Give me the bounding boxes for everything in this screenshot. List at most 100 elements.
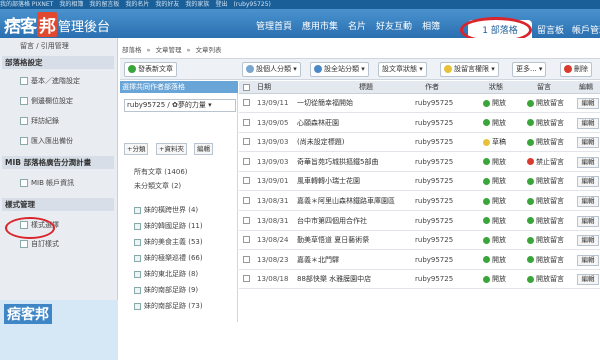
category-icon bbox=[134, 302, 141, 310]
top-link[interactable]: 我的相簿 bbox=[59, 1, 83, 8]
breadcrumb-item[interactable]: 部落格 bbox=[122, 46, 142, 54]
sidebar-item-import-export[interactable]: 匯入匯出備份 bbox=[20, 136, 73, 146]
post-title[interactable]: 風車轉轉小瑞士花園 bbox=[297, 172, 405, 190]
category-item[interactable]: 妹的東北足跡 (8) bbox=[134, 269, 198, 279]
row-checkbox[interactable] bbox=[243, 118, 250, 126]
edit-button[interactable]: 編輯 bbox=[577, 117, 599, 129]
post-title[interactable]: 嘉義＊北門驛 bbox=[297, 251, 405, 269]
nav-item[interactable]: 好友互動 bbox=[376, 19, 412, 32]
category-item[interactable]: 妹的極樂巡禮 (66) bbox=[134, 253, 203, 263]
edit-button[interactable]: 編輯 bbox=[577, 215, 599, 227]
category-item[interactable]: 妹的南部足跡 (9) bbox=[134, 285, 198, 295]
post-title[interactable]: 一切從簡幸福開始 bbox=[297, 94, 405, 112]
nav-item[interactable]: 管理首頁 bbox=[256, 19, 292, 32]
category-item[interactable]: 妹的南部足跡 (73) bbox=[134, 301, 203, 311]
add-folder-button[interactable]: +資料夾 bbox=[156, 143, 187, 155]
edit-button[interactable]: 編輯 bbox=[577, 196, 599, 207]
category-item[interactable]: 所有文章 (1406) bbox=[134, 167, 188, 177]
status-icon bbox=[483, 217, 490, 225]
top-link[interactable]: 我的家族 bbox=[185, 1, 209, 8]
post-title[interactable]: 心願森林莊園 bbox=[297, 114, 405, 132]
breadcrumb-item: » bbox=[186, 46, 191, 54]
comment-status-icon bbox=[527, 177, 534, 185]
site-category-button[interactable]: 設全站分類 ▾ bbox=[310, 62, 369, 77]
sidebar-item-sidebar-settings[interactable]: 側邊欄位設定 bbox=[20, 96, 73, 106]
nav-item[interactable]: 名片 bbox=[348, 19, 366, 32]
header-date[interactable]: 日期 bbox=[257, 81, 271, 94]
sidebar-item-visit-log[interactable]: 拜訪紀錄 bbox=[20, 116, 59, 126]
nav-item[interactable]: 應用市集 bbox=[302, 19, 338, 32]
category-label: 妹的極樂巡禮 (66) bbox=[144, 254, 203, 262]
add-category-button[interactable]: +分類 bbox=[124, 143, 149, 155]
post-author: ruby95725 bbox=[415, 197, 454, 205]
sidebar-item-comments[interactable]: 留言 / 引用管理 bbox=[20, 41, 69, 51]
edit-button[interactable]: 編輯 bbox=[577, 137, 599, 149]
post-date: 13/09/03 bbox=[257, 138, 289, 147]
post-status-button[interactable]: 設文章狀態 ▾ bbox=[378, 62, 427, 77]
comment-status-icon bbox=[527, 256, 534, 264]
more-button[interactable]: 更多... ▾ bbox=[512, 62, 547, 77]
category-panel: 選擇共同作者部落格 ruby95725 / ✿夢的力量 ▾ +分類 +資料夾 編… bbox=[120, 81, 238, 322]
top-link[interactable]: 登出 bbox=[215, 1, 227, 8]
top-link[interactable]: 我的留言板 bbox=[89, 1, 119, 8]
row-checkbox[interactable] bbox=[243, 216, 250, 224]
comment-status-icon bbox=[527, 236, 534, 244]
delete-button[interactable]: 刪除 bbox=[560, 62, 592, 77]
new-post-label: 發表新文章 bbox=[138, 65, 173, 73]
post-status: 草稿 bbox=[483, 133, 506, 151]
breadcrumb-item[interactable]: 文章列表 bbox=[195, 46, 221, 54]
post-title[interactable]: 奇華旨苑巧城拱摳鐵5部曲 bbox=[297, 153, 405, 171]
comment-status-text: 開放留言 bbox=[536, 255, 564, 264]
top-link[interactable]: 我的名片 bbox=[125, 1, 149, 8]
top-link[interactable]: (ruby95725) bbox=[233, 1, 270, 8]
category-item[interactable]: 妹的美食主義 (53) bbox=[134, 237, 203, 247]
edit-button[interactable]: 編輯 bbox=[577, 176, 599, 188]
row-checkbox[interactable] bbox=[243, 255, 250, 263]
row-checkbox[interactable] bbox=[243, 99, 250, 106]
delete-icon bbox=[564, 65, 572, 73]
category-item[interactable]: 未分類文章 (2) bbox=[134, 181, 181, 191]
post-title[interactable]: 勤美草悟道 夏日藝術祭 bbox=[297, 231, 405, 249]
row-checkbox[interactable] bbox=[243, 177, 250, 185]
edit-button[interactable]: 編輯 bbox=[577, 274, 599, 286]
category-item[interactable]: 妹的韓國足跡 (11) bbox=[134, 221, 203, 231]
row-checkbox[interactable] bbox=[243, 236, 250, 244]
nav-item[interactable]: 相簿 bbox=[422, 19, 440, 32]
comment-status-text: 開放留言 bbox=[536, 216, 564, 225]
comment-status: 開放留言 bbox=[527, 192, 564, 210]
post-title[interactable]: (尚未設定標題) bbox=[297, 133, 405, 151]
edit-button[interactable]: 編輯 bbox=[577, 235, 599, 247]
personal-category-button[interactable]: 設個人分類 ▾ bbox=[242, 62, 301, 77]
edit-categories-button[interactable]: 編輯 bbox=[194, 143, 213, 155]
comment-permission-button[interactable]: 設留言權限 ▾ bbox=[440, 62, 499, 77]
top-link[interactable]: 我的部落格 PIXNET bbox=[0, 1, 53, 8]
nav-item[interactable]: 留言板 bbox=[537, 26, 564, 36]
category-icon bbox=[134, 206, 141, 214]
post-date: 13/08/23 bbox=[257, 255, 289, 264]
new-post-button[interactable]: 發表新文章 bbox=[124, 62, 177, 77]
row-checkbox[interactable] bbox=[243, 197, 250, 204]
post-title[interactable]: 台中市第四個用合作社 bbox=[297, 212, 405, 230]
sidebar-item-mib-account[interactable]: MIB 帳戶資訊 bbox=[20, 178, 74, 188]
row-checkbox[interactable] bbox=[243, 138, 250, 146]
edit-button[interactable]: 編輯 bbox=[577, 156, 599, 168]
edit-button[interactable]: 編輯 bbox=[577, 98, 599, 109]
select-all-checkbox[interactable] bbox=[243, 84, 250, 91]
top-link[interactable]: 我的好友 bbox=[155, 1, 179, 8]
post-author: ruby95725 bbox=[415, 138, 454, 147]
nav-item[interactable]: 帳戶管理 bbox=[572, 26, 600, 36]
breadcrumb-item[interactable]: 文章管理 bbox=[155, 46, 181, 54]
blog-select[interactable]: ruby95725 / ✿夢的力量 ▾ bbox=[124, 99, 236, 112]
category-item[interactable]: 妹的橫跨世界 (4) bbox=[134, 205, 198, 215]
sidebar-item-basic-settings[interactable]: 基本／進階設定 bbox=[20, 76, 80, 86]
pixnet-logo[interactable]: 痞客邦 bbox=[4, 12, 57, 37]
sidebar-item-custom-style[interactable]: 自訂樣式 bbox=[20, 239, 59, 249]
row-checkbox[interactable] bbox=[243, 275, 250, 283]
post-title[interactable]: 88部快樂 水雅膜園中店 bbox=[297, 270, 405, 288]
edit-button[interactable]: 編輯 bbox=[577, 254, 599, 266]
post-author: ruby95725 bbox=[415, 236, 454, 245]
row-checkbox[interactable] bbox=[243, 157, 250, 165]
highlight-circle-style bbox=[5, 217, 55, 239]
category-label: 妹的美食主義 (53) bbox=[144, 238, 203, 246]
post-title[interactable]: 嘉義＊阿里山森林鐵路車庫園區 bbox=[297, 192, 405, 210]
